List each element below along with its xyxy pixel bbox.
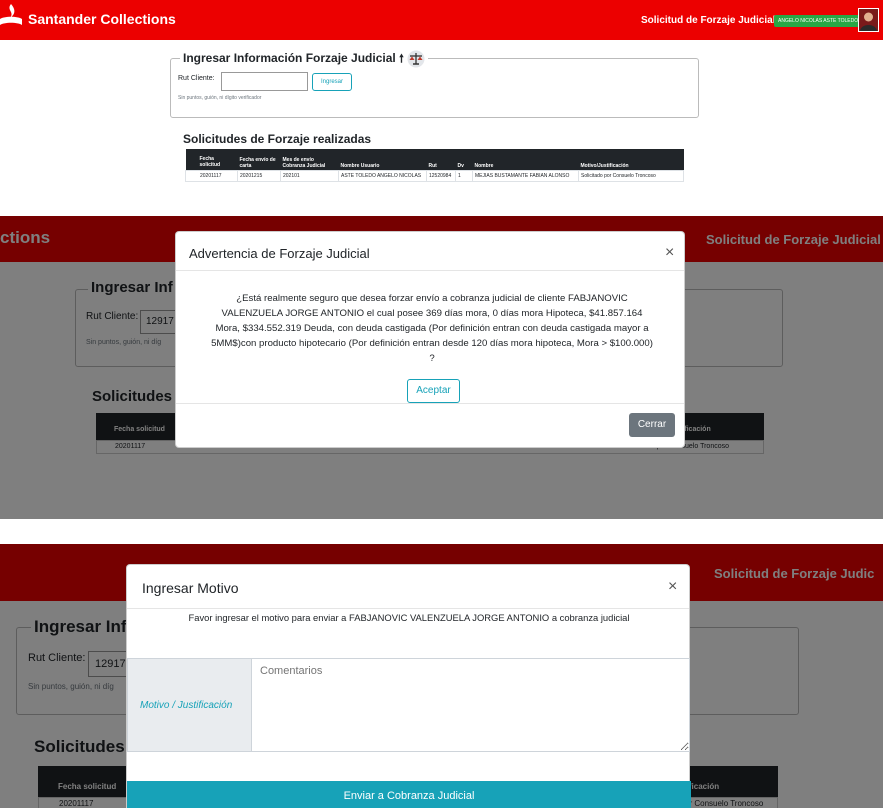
col-mes-envio: Mes de envío Cobranza Judicial [280,149,339,170]
cerrar-button[interactable]: Cerrar [629,413,675,437]
cell-carta: 20201215 [237,169,281,182]
aceptar-button[interactable]: Aceptar [407,379,460,403]
scales-icon [407,50,425,68]
motivo-modal: Ingresar Motivo × Favor ingresar el moti… [126,564,691,808]
modal-title: Ingresar Motivo [142,580,239,596]
modal-divider [176,270,684,271]
table-row[interactable]: 20201117 20201215 202101 ASTE TOLEDO ANG… [185,169,684,182]
arrow-up-icon: 🠕 [399,53,404,66]
modal-divider [176,403,684,404]
rut-input[interactable] [221,72,308,91]
col-nombre-usuario: Nombre Usuario [338,149,427,170]
form-legend: Ingresar Información Forzaje Judicial 🠕 [180,50,429,70]
col-fecha-envio-carta: Fecha envío de carta [237,149,281,170]
brand-name[interactable]: Santander Collections [28,11,176,27]
modal-title: Advertencia de Forzaje Judicial [189,246,370,261]
cell-mes: 202101 [280,169,339,182]
col-motivo: Motivo/Justificación [578,149,684,170]
cell-motivo: Solicitado por Consuelo Troncoso [578,169,684,182]
warning-message: ¿Está realmente seguro que desea forzar … [211,293,653,364]
close-icon[interactable]: × [668,579,677,595]
modal-divider [127,608,689,609]
motivo-message: Favor ingresar el motivo para enviar a F… [188,612,630,623]
motivo-label: Motivo / Justificación [140,700,233,711]
close-icon[interactable]: × [665,245,674,261]
screen-main-form: Santander Collections Solicitud de Forza… [0,0,883,190]
screen-motivo-modal: Solicitud de Forzaje Judic Ingresar Inf … [0,544,883,808]
cell-dv: 1 [455,169,473,182]
rut-hint: Sin puntos, guión, ni dígito verificador [178,95,262,101]
enviar-cobranza-button[interactable]: Enviar a Cobranza Judicial [127,781,691,808]
cell-usuario: ASTE TOLEDO ANGELO NICOLAS [338,169,427,182]
col-dv: Dv [455,149,473,170]
requests-table: Fecha solicitud Fecha envío de carta Mes… [185,149,684,182]
col-rut: Rut [426,149,456,170]
cell-rut: 12520984 [426,169,456,182]
screen-warning-modal: ctions Solicitud de Forzaje Judicial Ing… [0,216,883,519]
table-header: Fecha solicitud Fecha envío de carta Mes… [185,149,684,170]
warning-modal: Advertencia de Forzaje Judicial × ¿Está … [175,231,685,448]
ingresar-button[interactable]: Ingresar [312,73,352,91]
cell-fecha: 20201117 [185,169,238,182]
santander-flame-icon [0,4,22,25]
top-navbar: Santander Collections Solicitud de Forza… [0,0,883,40]
cell-nombre: MEJIAS BUSTAMANTE FABIAN ALONSO [472,169,579,182]
rut-label: Rut Cliente: [178,75,215,82]
user-badge: ANGELO NICOLAS ASTE TOLEDO [774,15,863,27]
motivo-label-box: Motivo / Justificación [127,658,251,752]
user-avatar-icon [859,9,878,31]
col-nombre: Nombre [472,149,579,170]
motivo-textarea[interactable] [251,658,690,752]
col-fecha-solicitud: Fecha solicitud [185,149,238,170]
page-title: Solicitud de Forzaje Judicial [641,15,776,26]
form-legend-text: Ingresar Información Forzaje Judicial [183,51,396,66]
user-avatar[interactable] [858,8,879,32]
requests-title: Solicitudes de Forzaje realizadas [183,132,372,146]
